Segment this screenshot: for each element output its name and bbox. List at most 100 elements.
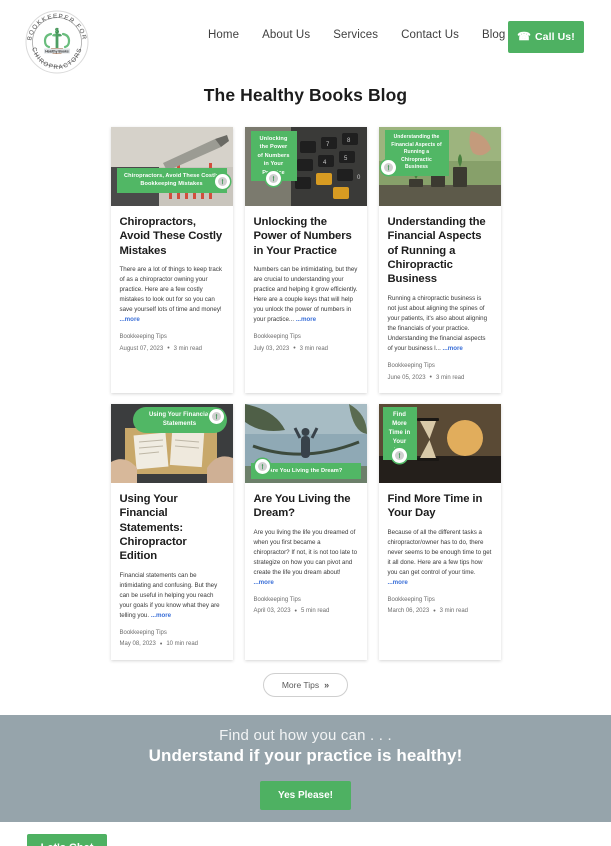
cta-banner: Find out how you can . . . Understand if… (0, 714, 611, 822)
card-image: Are You Living the Dream? (244, 404, 367, 483)
blog-card[interactable]: 78450 Unlocking the Power of Numbers in … (244, 127, 367, 393)
card-excerpt-text: Running a chiropractic business is not j… (387, 294, 488, 352)
cta-pre-text: Find out how you can . . . (219, 726, 392, 744)
card-excerpt-text: There are a lot of things to keep track … (119, 266, 223, 314)
card-body: Find More Time in Your Day Because of al… (379, 483, 501, 660)
lets-chat-button[interactable]: Let's Chat (27, 833, 107, 846)
ribbon-logo-icon (391, 448, 407, 463)
more-tips-section: More Tips » (0, 672, 611, 697)
card-excerpt: Numbers can be intimidating, but they ar… (254, 265, 358, 325)
svg-text:Healthy Books: Healthy Books (45, 50, 69, 54)
card-read-time: 5 min read (300, 608, 330, 615)
card-image: Using Your Financial Statements (110, 404, 233, 483)
card-title: Are You Living the Dream? (253, 493, 351, 520)
card-category[interactable]: Bookkeeping Tips (120, 630, 224, 636)
card-ribbon: Chiropractors, Avoid These Costly Bookke… (116, 168, 227, 193)
call-us-button[interactable]: ☎ Call Us! (508, 21, 584, 53)
meta-separator-dot: • (294, 607, 297, 615)
card-category[interactable]: Bookkeeping Tips (120, 334, 224, 340)
card-meta: July 03, 2023 • 3 min read (254, 345, 358, 352)
card-image: Find More Time in Your Day (378, 404, 501, 483)
card-category[interactable]: Bookkeeping Tips (254, 597, 358, 603)
card-meta: August 07, 2023 • 3 min read (120, 345, 224, 352)
card-excerpt-text: Are you living the life you dreamed of w… (253, 528, 358, 576)
card-excerpt: Running a chiropractic business is not j… (388, 294, 492, 354)
meta-separator-dot: • (429, 374, 432, 381)
card-ribbon-text: Using Your Financial Statements (148, 412, 211, 427)
card-body: Are You Living the Dream? Are you living… (245, 483, 367, 660)
card-category[interactable]: Bookkeeping Tips (388, 363, 492, 369)
meta-separator-dot: • (159, 640, 163, 648)
blog-card[interactable]: Understanding the Financial Aspects of R… (378, 127, 501, 393)
card-meta: June 05, 2023 • 3 min read (388, 374, 492, 381)
read-more-link[interactable]: ...more (120, 316, 140, 323)
read-more-link[interactable]: ...more (254, 579, 274, 586)
meta-separator-dot: • (167, 345, 170, 353)
card-meta: May 08, 2023 • 10 min read (120, 641, 224, 648)
nav-item-contact-us[interactable]: Contact Us (401, 29, 459, 41)
read-more-link[interactable]: ...more (443, 345, 463, 352)
ribbon-logo-icon (254, 459, 270, 474)
nav-item-services[interactable]: Services (333, 29, 378, 41)
meta-separator-dot: • (433, 607, 436, 615)
card-ribbon-text: Understanding the Financial Aspects of R… (391, 134, 442, 170)
card-excerpt-text: Numbers can be intimidating, but they ar… (253, 266, 358, 324)
card-read-time: 3 min read (299, 345, 329, 352)
nav-item-about-us[interactable]: About Us (262, 29, 310, 41)
card-excerpt-text: Because of all the different tasks a chi… (387, 528, 492, 576)
card-excerpt: Because of all the different tasks a chi… (388, 528, 492, 588)
main-navigation: Home About Us Services Contact Us Blog (208, 29, 505, 41)
card-title: Unlocking the Power of Numbers in Your P… (253, 216, 352, 257)
site-header: BOOKKEEPER FOR CHIROPRACTORS $ Healthy B… (0, 0, 611, 78)
ribbon-logo-icon (265, 171, 281, 186)
ribbon-logo-icon (214, 174, 230, 189)
page-title: The Healthy Books Blog (203, 85, 408, 105)
site-footer: Let's Chat Copyright © 2023 Healthy Book… (0, 822, 611, 846)
card-excerpt: Financial statements can be intimidating… (120, 571, 224, 621)
card-category[interactable]: Bookkeeping Tips (254, 334, 358, 340)
read-more-link[interactable]: ...more (296, 316, 316, 323)
blog-post-grid: Chiropractors, Avoid These Costly Bookke… (110, 127, 501, 660)
card-body: Unlocking the Power of Numbers in Your P… (245, 206, 367, 393)
card-ribbon-text: Unlocking the Power of Numbers in Your P… (257, 136, 290, 176)
card-excerpt: There are a lot of things to keep track … (120, 265, 224, 325)
blog-card[interactable]: Chiropractors, Avoid These Costly Bookke… (110, 127, 233, 393)
card-date: June 05, 2023 (387, 374, 426, 381)
logo-badge-icon: BOOKKEEPER FOR CHIROPRACTORS $ Healthy B… (18, 6, 96, 78)
card-read-time: 10 min read (166, 641, 198, 648)
card-ribbon-text: Chiropractors, Avoid These Costly Bookke… (124, 173, 219, 188)
phone-icon: ☎ (517, 30, 531, 43)
card-meta: March 06, 2023 • 3 min read (388, 608, 492, 615)
site-logo[interactable]: BOOKKEEPER FOR CHIROPRACTORS $ Healthy B… (18, 6, 96, 78)
nav-item-blog[interactable]: Blog (482, 29, 505, 41)
card-image: Chiropractors, Avoid These Costly Bookke… (110, 127, 233, 206)
read-more-link[interactable]: ...more (151, 612, 171, 619)
card-meta: April 03, 2023 • 5 min read (254, 608, 358, 615)
card-body: Chiropractors, Avoid These Costly Mistak… (111, 206, 233, 393)
card-read-time: 3 min read (173, 345, 203, 352)
ribbon-logo-icon (380, 160, 396, 175)
more-tips-button[interactable]: More Tips » (262, 672, 349, 697)
card-image: 78450 Unlocking the Power of Numbers in … (244, 127, 367, 206)
blog-card[interactable]: Are You Living the Dream? Are You Living… (244, 404, 367, 660)
card-category[interactable]: Bookkeeping Tips (388, 597, 492, 603)
card-read-time: 3 min read (439, 608, 469, 615)
card-date: July 03, 2023 (253, 345, 290, 352)
call-us-label: Call Us! (534, 31, 575, 43)
card-date: March 06, 2023 (387, 608, 430, 615)
read-more-link[interactable]: ...more (388, 579, 408, 586)
card-title: Understanding the Financial Aspects of R… (387, 216, 486, 286)
card-title: Chiropractors, Avoid These Costly Mistak… (119, 216, 223, 257)
blog-card[interactable]: Find More Time in Your Day Find More Tim… (378, 404, 501, 660)
cta-headline: Understand if your practice is healthy! (148, 745, 463, 765)
card-body: Using Your Financial Statements: Chiropr… (111, 483, 233, 660)
yes-please-button[interactable]: Yes Please! (259, 780, 352, 810)
card-date: April 03, 2023 (253, 608, 291, 615)
nav-item-home[interactable]: Home (208, 29, 239, 41)
card-excerpt: Are you living the life you dreamed of w… (254, 528, 358, 588)
card-title: Find More Time in Your Day (387, 493, 483, 520)
card-ribbon-text: Are You Living the Dream? (268, 467, 343, 474)
blog-card[interactable]: Using Your Financial Statements Using Yo… (110, 404, 233, 660)
card-title: Using Your Financial Statements: Chiropr… (119, 493, 187, 563)
ribbon-logo-icon (208, 409, 224, 424)
